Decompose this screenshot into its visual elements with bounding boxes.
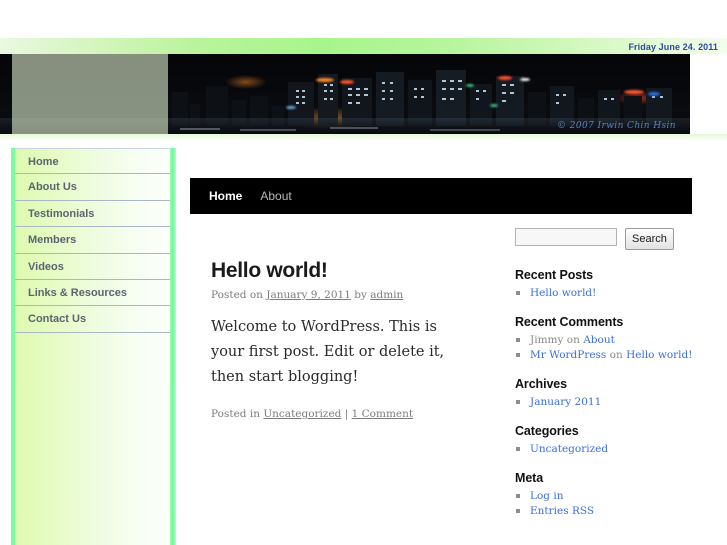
content-area: Hello world! Posted on January 9, 2011 b… <box>190 214 692 421</box>
square-bullet-icon <box>516 353 520 357</box>
blog-post: Hello world! Posted on January 9, 2011 b… <box>211 259 461 421</box>
post-body: Welcome to WordPress. This is your first… <box>211 319 445 385</box>
widget-list-item: January 2011 <box>515 395 695 410</box>
post-footer-prefix: Posted in <box>211 408 264 420</box>
widget-item-link[interactable]: Uncategorized <box>530 443 608 455</box>
sidebar-item-home[interactable]: Home <box>15 148 170 175</box>
widget-title: Recent Posts <box>515 268 593 282</box>
widget-item-connector: on <box>606 349 627 361</box>
widget-title: Categories <box>515 424 579 438</box>
sidebar-item-about-us[interactable]: About Us <box>15 174 170 201</box>
widget-item-link[interactable]: Mr WordPress <box>530 349 606 361</box>
site-header: © 2007 Irwin Chin Hsin <box>0 54 727 140</box>
widget-title: Recent Comments <box>515 315 624 329</box>
widget-list: Jimmy on About Mr WordPress on Hello worl… <box>515 333 695 363</box>
top-navigation-bar: Home About <box>190 178 692 214</box>
date-bar: Friday June 24. 2011 <box>0 38 727 54</box>
right-sidebar: Search Recent Posts Hello world! Recent Co… <box>515 228 695 533</box>
widget-item-link[interactable]: Log in <box>530 490 563 502</box>
post-title: Hello world! <box>211 259 328 282</box>
square-bullet-icon <box>516 494 520 498</box>
widget-list: January 2011 <box>515 395 695 410</box>
widget-item-prefix: Jimmy <box>530 334 564 346</box>
sidebar-item-links-resources[interactable]: Links & Resources <box>15 280 170 307</box>
widget-list-item: Uncategorized <box>515 442 695 457</box>
search-input[interactable] <box>515 228 617 246</box>
widget-list-item: Hello world! <box>515 286 695 301</box>
widget-list-item: Mr WordPress on Hello world! <box>515 348 695 363</box>
post-meta-by: by <box>350 289 371 301</box>
sidebar-item-contact-us[interactable]: Contact Us <box>15 306 170 333</box>
square-bullet-icon <box>516 291 520 295</box>
sidebar-item-label: Home <box>28 156 59 168</box>
post-author-link[interactable]: admin <box>370 289 403 301</box>
widget-recent-posts: Recent Posts Hello world! <box>515 268 695 301</box>
search-button[interactable]: Search <box>625 228 674 250</box>
sidebar-item-label: Testimonials <box>28 207 95 220</box>
post-date-link[interactable]: January 9, 2011 <box>266 289 351 301</box>
sidebar-menu: Home About Us Testimonials Members Videos Lin… <box>15 148 170 545</box>
post-category-link[interactable]: Uncategorized <box>263 408 341 420</box>
left-sidebar: Home About Us Testimonials Members Videos Lin… <box>11 148 176 545</box>
widget-list: Uncategorized <box>515 442 695 457</box>
widget-list: Hello world! <box>515 286 695 301</box>
widget-recent-comments: Recent Comments Jimmy on About Mr WordPres… <box>515 315 695 363</box>
post-comments-link[interactable]: 1 Comment <box>352 408 413 420</box>
widget-archives: Archives January 2011 <box>515 377 695 410</box>
widget-item-link[interactable]: Entries RSS <box>530 505 594 517</box>
post-meta: Posted on January 9, 2011 by admin <box>211 289 461 301</box>
main-column: Home About Hello world! Posted on January… <box>190 178 692 421</box>
sidebar-widgets: Recent Posts Hello world! Recent Comments J… <box>515 268 695 519</box>
widget-list-item: Log in <box>515 489 695 504</box>
topnav-item-about[interactable]: About <box>260 178 291 214</box>
widget-item-connector: on <box>563 334 584 346</box>
widget-item-link[interactable]: January 2011 <box>530 396 601 408</box>
sidebar-item-label: Videos <box>28 260 64 273</box>
current-date-text: Friday June 24. 2011 <box>628 42 718 52</box>
post-meta-prefix: Posted on <box>211 289 267 301</box>
sidebar-item-label: Links & Resources <box>28 286 128 299</box>
sidebar-item-label: Members <box>28 234 77 247</box>
sidebar-item-label: About Us <box>28 181 77 194</box>
post-footer-separator: | <box>341 408 352 420</box>
sidebar-right-rail <box>170 148 176 545</box>
square-bullet-icon <box>516 509 520 513</box>
widget-list-item: Entries RSS <box>515 504 695 519</box>
search-form: Search <box>515 228 695 250</box>
widget-item-link[interactable]: Hello world! <box>530 287 596 299</box>
widget-meta: Meta Log in Entries RSS <box>515 471 695 519</box>
page-root: Friday June 24. 2011 © 2007 Irwin Chin H… <box>0 0 727 545</box>
photo-watermark: © 2007 Irwin Chin Hsin <box>557 121 676 131</box>
widget-categories: Categories Uncategorized <box>515 424 695 457</box>
widget-title: Meta <box>515 471 544 485</box>
widget-item-link-secondary[interactable]: About <box>583 334 615 346</box>
square-bullet-icon <box>516 447 520 451</box>
square-bullet-icon <box>516 338 520 342</box>
widget-list: Log in Entries RSS <box>515 489 695 519</box>
sidebar-item-testimonials[interactable]: Testimonials <box>15 201 170 228</box>
post-footer: Posted in Uncategorized | 1 Comment <box>211 408 461 420</box>
header-right-fill <box>690 54 727 134</box>
header-banner-image: © 2007 Irwin Chin Hsin <box>0 54 690 134</box>
sidebar-item-label: Contact Us <box>28 313 87 326</box>
widget-title: Archives <box>515 377 568 391</box>
sidebar-item-members[interactable]: Members <box>15 227 170 254</box>
widget-list-item: Jimmy on About <box>515 333 695 348</box>
sidebar-item-videos[interactable]: Videos <box>15 254 170 280</box>
widget-item-link-secondary[interactable]: Hello world! <box>626 349 692 361</box>
square-bullet-icon <box>516 400 520 404</box>
topnav-item-home[interactable]: Home <box>209 178 242 214</box>
header-bottom-fade <box>0 134 727 140</box>
